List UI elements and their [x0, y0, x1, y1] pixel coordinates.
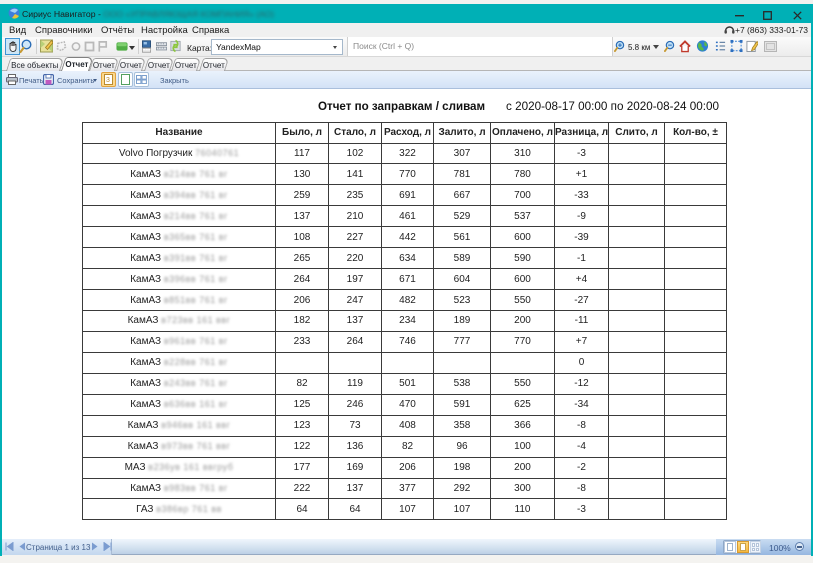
svg-text:3: 3 [106, 77, 110, 84]
